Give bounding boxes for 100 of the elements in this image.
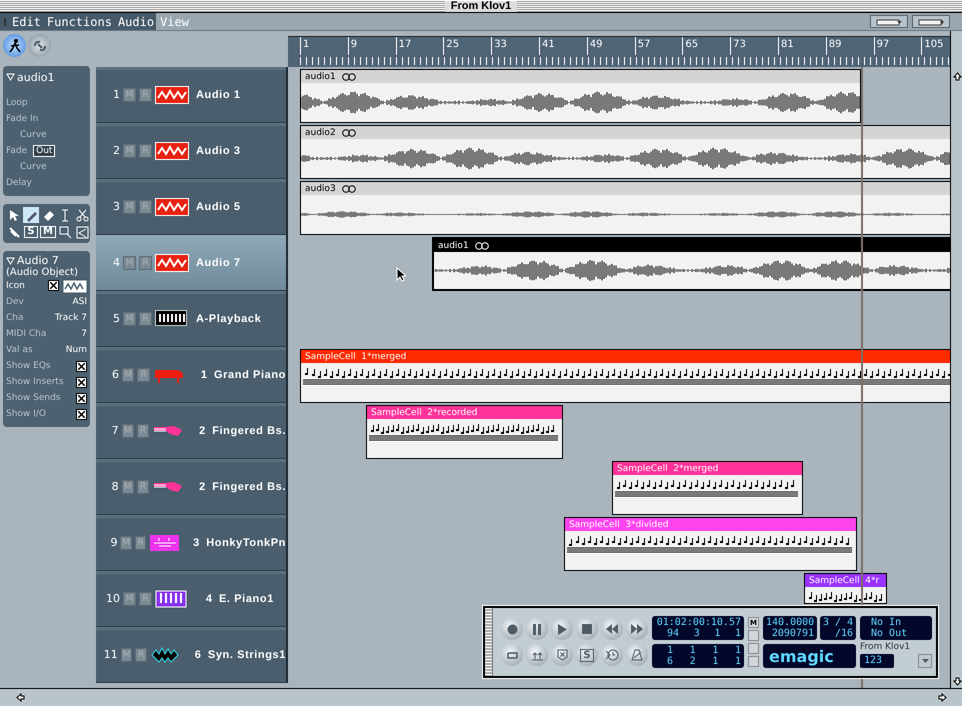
loop-icon xyxy=(474,242,489,250)
upright-piano-icon xyxy=(149,534,179,552)
waveform-icon xyxy=(155,142,189,160)
solo-button[interactable]: S xyxy=(576,644,598,666)
param-label: Icon xyxy=(6,281,25,291)
param-label: Show Sends xyxy=(6,393,61,403)
pause-icon xyxy=(532,624,542,634)
replace-button[interactable] xyxy=(551,644,573,666)
disclosure-triangle-icon[interactable] xyxy=(6,256,15,264)
track-number: 6 xyxy=(111,368,119,381)
param-label: Cha xyxy=(6,313,24,323)
param-label: Show EQs xyxy=(6,361,51,371)
scroll-left-button[interactable] xyxy=(14,690,26,704)
midi-activity-display: No In No Out xyxy=(860,616,932,640)
stop-button[interactable] xyxy=(576,618,598,640)
bar-number: 65 xyxy=(682,37,730,55)
bar-number: 17 xyxy=(396,37,444,55)
param-label: Dev xyxy=(6,297,24,307)
sync-button[interactable] xyxy=(601,644,623,666)
loop-icon xyxy=(342,72,356,80)
midi-region[interactable]: SampleCell 3*divided xyxy=(564,517,857,571)
menu-item[interactable]: Functions xyxy=(46,14,112,28)
waveform-icon xyxy=(155,86,189,104)
disclosure-triangle-icon[interactable] xyxy=(6,73,15,81)
track-name: HonkyTonkPn xyxy=(206,536,286,548)
play-button[interactable] xyxy=(551,618,573,640)
bar-number: 49 xyxy=(586,37,635,55)
bar-number: 57 xyxy=(634,37,682,55)
cycle-button[interactable] xyxy=(501,644,523,666)
bar-number: 97 xyxy=(874,37,922,55)
waveform-icon xyxy=(155,198,189,216)
menu-item[interactable]: Audio xyxy=(118,14,154,28)
bar-number: 9 xyxy=(348,37,396,55)
scroll-right-button[interactable] xyxy=(936,690,948,704)
forward-button[interactable] xyxy=(626,618,648,640)
checkbox[interactable] xyxy=(76,408,87,420)
zoom-button[interactable] xyxy=(870,15,908,28)
param-label: Val as xyxy=(6,345,33,355)
catch-button[interactable] xyxy=(3,34,26,57)
checkbox[interactable] xyxy=(76,392,87,404)
rewind-button[interactable] xyxy=(601,618,623,640)
clock-icon xyxy=(606,649,618,661)
audio-region[interactable]: audio1 xyxy=(300,69,861,123)
bar-number: 73 xyxy=(730,37,778,55)
loop-icon xyxy=(342,184,356,192)
checkbox[interactable] xyxy=(48,280,59,290)
track-name: Fingered Bs. xyxy=(212,424,286,436)
window-title: From Klov1 xyxy=(444,1,518,12)
locator-display: 1 1 1 1 6 2 1 1 xyxy=(652,644,744,668)
loop-icon xyxy=(342,128,356,136)
midi-region[interactable]: SampleCell 4*r xyxy=(804,573,887,604)
zoom-button[interactable] xyxy=(912,15,950,28)
rewind-icon xyxy=(606,624,618,634)
checkbox[interactable] xyxy=(76,360,87,372)
audio-region[interactable]: audio2 xyxy=(300,125,950,179)
metronome-button[interactable] xyxy=(626,644,648,666)
bar-number: 81 xyxy=(778,37,826,55)
dropdown-button[interactable] xyxy=(918,654,932,668)
region-name: audio2 xyxy=(305,128,336,138)
glue-tube-icon xyxy=(8,226,20,238)
bar-ruler[interactable]: 1 9 17 25 33 41 49 57 65 73 81 89 97 105 xyxy=(288,36,950,67)
region-name: audio1 xyxy=(305,72,336,82)
region-name: SampleCell 4*r xyxy=(809,576,880,586)
link-button[interactable] xyxy=(28,34,51,57)
track-number: 5 xyxy=(112,312,120,325)
param-value[interactable]: 7 xyxy=(81,329,87,339)
region-name: audio3 xyxy=(305,184,336,194)
tool-button[interactable]: M xyxy=(40,226,56,238)
param-label: MIDI Cha xyxy=(6,329,46,339)
track-number: 10 xyxy=(105,592,120,605)
param-value[interactable]: Track 7 xyxy=(54,313,87,323)
menu-item[interactable]: Edit xyxy=(12,14,41,28)
metronome-icon xyxy=(631,649,643,661)
region-name: SampleCell 2*merged xyxy=(617,464,718,474)
param-label: Show Inserts xyxy=(6,377,64,387)
cross-mark-icon xyxy=(78,378,85,386)
brand-logo: emagic xyxy=(763,644,856,668)
audio-region[interactable]: audio1 xyxy=(432,237,950,291)
region-name: audio1 xyxy=(438,240,469,250)
param-value[interactable]: ASI xyxy=(72,297,87,307)
midi-region[interactable]: SampleCell 2*merged xyxy=(612,461,803,515)
record-button[interactable] xyxy=(501,618,523,640)
value-field[interactable]: 123 xyxy=(860,654,894,668)
play-icon xyxy=(558,624,566,634)
param-label: Fade xyxy=(6,146,28,156)
pause-button[interactable] xyxy=(526,618,548,640)
tool-button[interactable]: S xyxy=(24,226,38,238)
midi-region[interactable]: SampleCell 2*recorded xyxy=(366,405,563,459)
param-value[interactable]: Out xyxy=(33,145,56,157)
track-number: 8 xyxy=(110,480,119,493)
midi-region[interactable]: SampleCell 1*merged xyxy=(300,349,950,403)
audio-region[interactable]: audio3 xyxy=(300,181,950,235)
drag-handle[interactable] xyxy=(485,608,493,676)
param-label: Fade In xyxy=(6,114,38,124)
param-value[interactable]: Num xyxy=(66,345,87,355)
autodrop-button[interactable] xyxy=(526,644,548,666)
song-name: From Klov1 xyxy=(860,642,912,652)
checkbox[interactable] xyxy=(76,376,87,388)
panel-title: Audio 7 xyxy=(17,254,59,267)
track-name: E. Piano1 xyxy=(219,592,274,604)
